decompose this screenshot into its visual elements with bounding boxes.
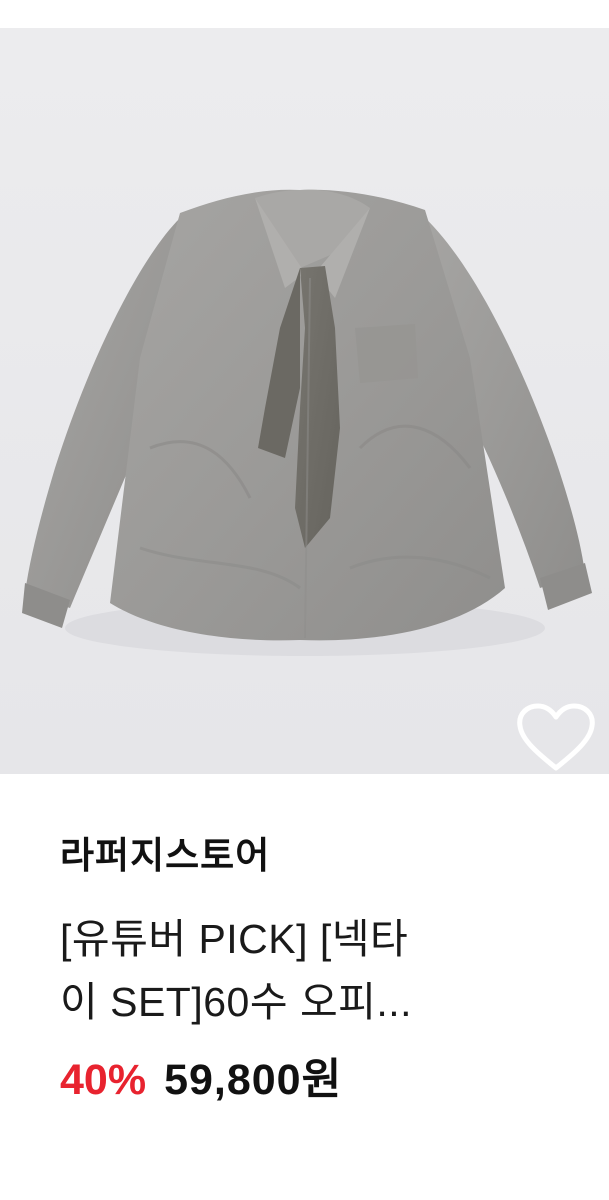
- brand-name[interactable]: 라퍼지스토어: [60, 830, 580, 882]
- shirt-photo: [0, 28, 609, 774]
- product-title-line-1: [유튜버 PICK] [넥타: [60, 916, 409, 962]
- discount-rate: 40%: [60, 1056, 147, 1104]
- sale-price: 59,800원: [164, 1056, 343, 1104]
- product-title[interactable]: [유튜버 PICK] [넥타 이 SET]60수 오피...: [60, 908, 580, 1034]
- product-title-line-2: 이 SET]60수 오피...: [60, 979, 413, 1025]
- product-card[interactable]: 라퍼지스토어 [유튜버 PICK] [넥타 이 SET]60수 오피... 40…: [0, 0, 609, 1200]
- product-image[interactable]: [0, 28, 609, 774]
- price-row: 40% 59,800원: [60, 1052, 580, 1108]
- product-info: 라퍼지스토어 [유튜버 PICK] [넥타 이 SET]60수 오피... 40…: [60, 830, 580, 1108]
- wishlist-heart-button[interactable]: [514, 700, 598, 774]
- heart-outline-icon: [517, 703, 595, 771]
